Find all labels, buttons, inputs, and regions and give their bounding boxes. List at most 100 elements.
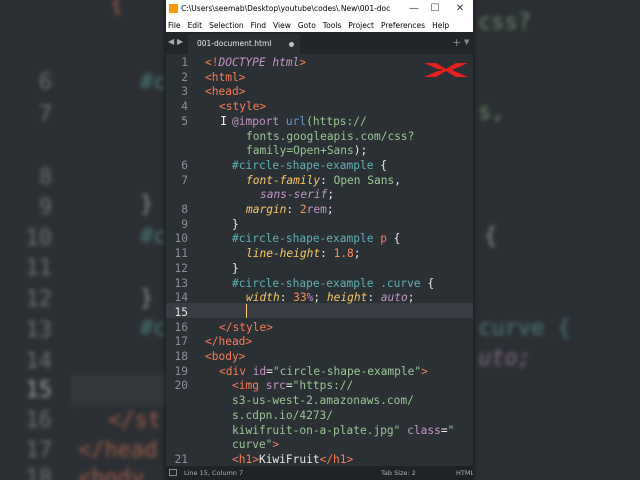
bg-line-number: 6 (38, 70, 52, 95)
bg-code: css? (478, 10, 531, 35)
bg-code: #c (140, 70, 167, 95)
menu-selection[interactable]: Selection (209, 21, 244, 30)
menu-file[interactable]: File (168, 21, 181, 30)
title-bar: C:\Users\seemab\Desktop\youtube\codes\.N… (166, 0, 473, 18)
bg-code: #c (140, 316, 167, 341)
menu-tools[interactable]: Tools (323, 21, 341, 30)
text-cursor-icon: I (220, 114, 228, 128)
code-line: <h1>KiwiFruit</h1> (232, 452, 354, 466)
bg-code: </st (108, 408, 161, 433)
code-line: <body> (205, 350, 246, 363)
bg-line-number: 8 (38, 165, 52, 190)
new-tab-plus-icon[interactable]: + (452, 36, 461, 49)
line-number: 18 (174, 350, 188, 363)
bg-line-number: 11 (25, 256, 53, 281)
line-number: 16 (174, 320, 188, 334)
code-line: fonts.googleapis.com/css? (246, 129, 415, 143)
line-number: 1 (181, 56, 188, 69)
code-line: <img src="https:// (232, 379, 354, 393)
tab-label: 001-document.html (197, 39, 272, 48)
window-title: C:\Users\seemab\Desktop\youtube\codes\.N… (181, 4, 391, 13)
code-line: s3-us-west-2.amazonaws.com/ (232, 394, 414, 408)
tab-scroll-right-icon[interactable]: ▶ (177, 37, 183, 46)
code-line: font-family: Open Sans, (246, 173, 401, 187)
code-line: #circle-shape-example { (232, 158, 387, 172)
line-number: 20 (174, 379, 188, 393)
code-line: <head> (205, 85, 246, 99)
menu-edit[interactable]: Edit (188, 21, 203, 30)
code-line: </head> (205, 335, 253, 349)
code-line: sans-serif; (260, 188, 335, 202)
line-number: 13 (174, 276, 188, 290)
tab-scroll-left-icon[interactable]: ◀ (168, 37, 174, 46)
bg-line-number: 17 (25, 438, 53, 463)
panel-toggle-icon[interactable] (169, 469, 177, 476)
bg-line-number: 18 (25, 466, 53, 480)
bg-code: } (140, 286, 154, 311)
code-line: <!DOCTYPE html> (205, 56, 307, 69)
code-line: curve"> (232, 438, 280, 452)
menu-bar: File Edit Selection Find View Goto Tools… (166, 18, 473, 32)
bg-code: curve { (478, 316, 571, 341)
line-number: 9 (181, 217, 188, 231)
code-line: @import url(https:// (232, 114, 367, 128)
bg-code: } (140, 192, 154, 217)
unsaved-dot-icon[interactable] (289, 42, 294, 47)
current-line-highlight (166, 303, 473, 318)
maximize-button[interactable]: ☐ (428, 2, 442, 16)
sublime-text-icon (169, 4, 178, 13)
bg-line-number: 16 (25, 408, 53, 433)
line-number: 7 (181, 173, 188, 187)
tab-dropdown-icon[interactable]: ▼ (464, 38, 469, 46)
text-caret (246, 304, 247, 318)
cursor-position: Line 15, Column 7 (184, 469, 244, 477)
bg-code: </head (78, 438, 158, 463)
menu-find[interactable]: Find (251, 21, 266, 30)
bg-line-number: 7 (38, 102, 52, 127)
editor-window: C:\Users\seemab\Desktop\youtube\codes\.N… (166, 0, 473, 480)
menu-view[interactable]: View (273, 21, 291, 30)
code-line: width: 33%; height: auto; (246, 291, 415, 305)
channel-logo (422, 57, 470, 86)
tab-bar: ◀ ▶ 001-document.html + ▼ (166, 32, 473, 54)
status-bar: Line 15, Column 7 Tab Size: 2 HTML (166, 466, 473, 480)
menu-preferences[interactable]: Preferences (381, 21, 425, 30)
tab-001-document[interactable]: 001-document.html (188, 34, 300, 54)
syntax-selector[interactable]: HTML (456, 469, 473, 477)
menu-goto[interactable]: Goto (298, 21, 316, 30)
line-number: 2 (181, 70, 188, 84)
code-line: </style> (219, 320, 273, 334)
code-line: s.cdpn.io/4273/ (232, 408, 334, 422)
bg-line-number: 15 (25, 378, 53, 403)
bg-code: { (484, 224, 498, 249)
line-number: 3 (181, 85, 188, 99)
menu-project[interactable]: Project (348, 21, 374, 30)
line-number: 17 (174, 335, 188, 349)
line-number: 5 (181, 114, 188, 128)
code-editor[interactable]: I 1 2 3 4 5 6 7 8 9 10 11 12 13 14 15 16… (166, 54, 473, 466)
bg-line-number: 13 (25, 318, 53, 343)
code-line: margin: 2rem; (246, 203, 334, 216)
tab-size-selector[interactable]: Tab Size: 2 (381, 469, 416, 477)
line-number-current: 15 (174, 305, 188, 319)
code-line: <div id="circle-shape-example"> (219, 364, 428, 378)
bg-code: s, (478, 100, 505, 125)
code-line: kiwifruit-on-a-plate.jpg" class=" (232, 423, 455, 437)
code-line: line-height: 1.8; (246, 247, 361, 261)
line-number: 4 (181, 100, 188, 114)
line-number: 19 (174, 364, 188, 378)
code-line: } (232, 261, 239, 275)
line-number: 14 (174, 291, 188, 305)
bg-line-number: 12 (25, 287, 53, 312)
code-line: #circle-shape-example p { (232, 232, 401, 246)
close-button[interactable]: ✕ (453, 2, 467, 16)
line-number: 11 (174, 247, 188, 261)
line-number: 6 (181, 158, 188, 172)
bg-code: #c (140, 224, 167, 249)
code-line: #circle-shape-example .curve { (232, 276, 435, 290)
minimize-button[interactable]: — (407, 2, 421, 16)
bg-code: { (110, 0, 124, 17)
menu-help[interactable]: Help (432, 21, 449, 30)
bg-line-number: 9 (38, 195, 52, 220)
bg-line-number: 10 (25, 226, 53, 251)
